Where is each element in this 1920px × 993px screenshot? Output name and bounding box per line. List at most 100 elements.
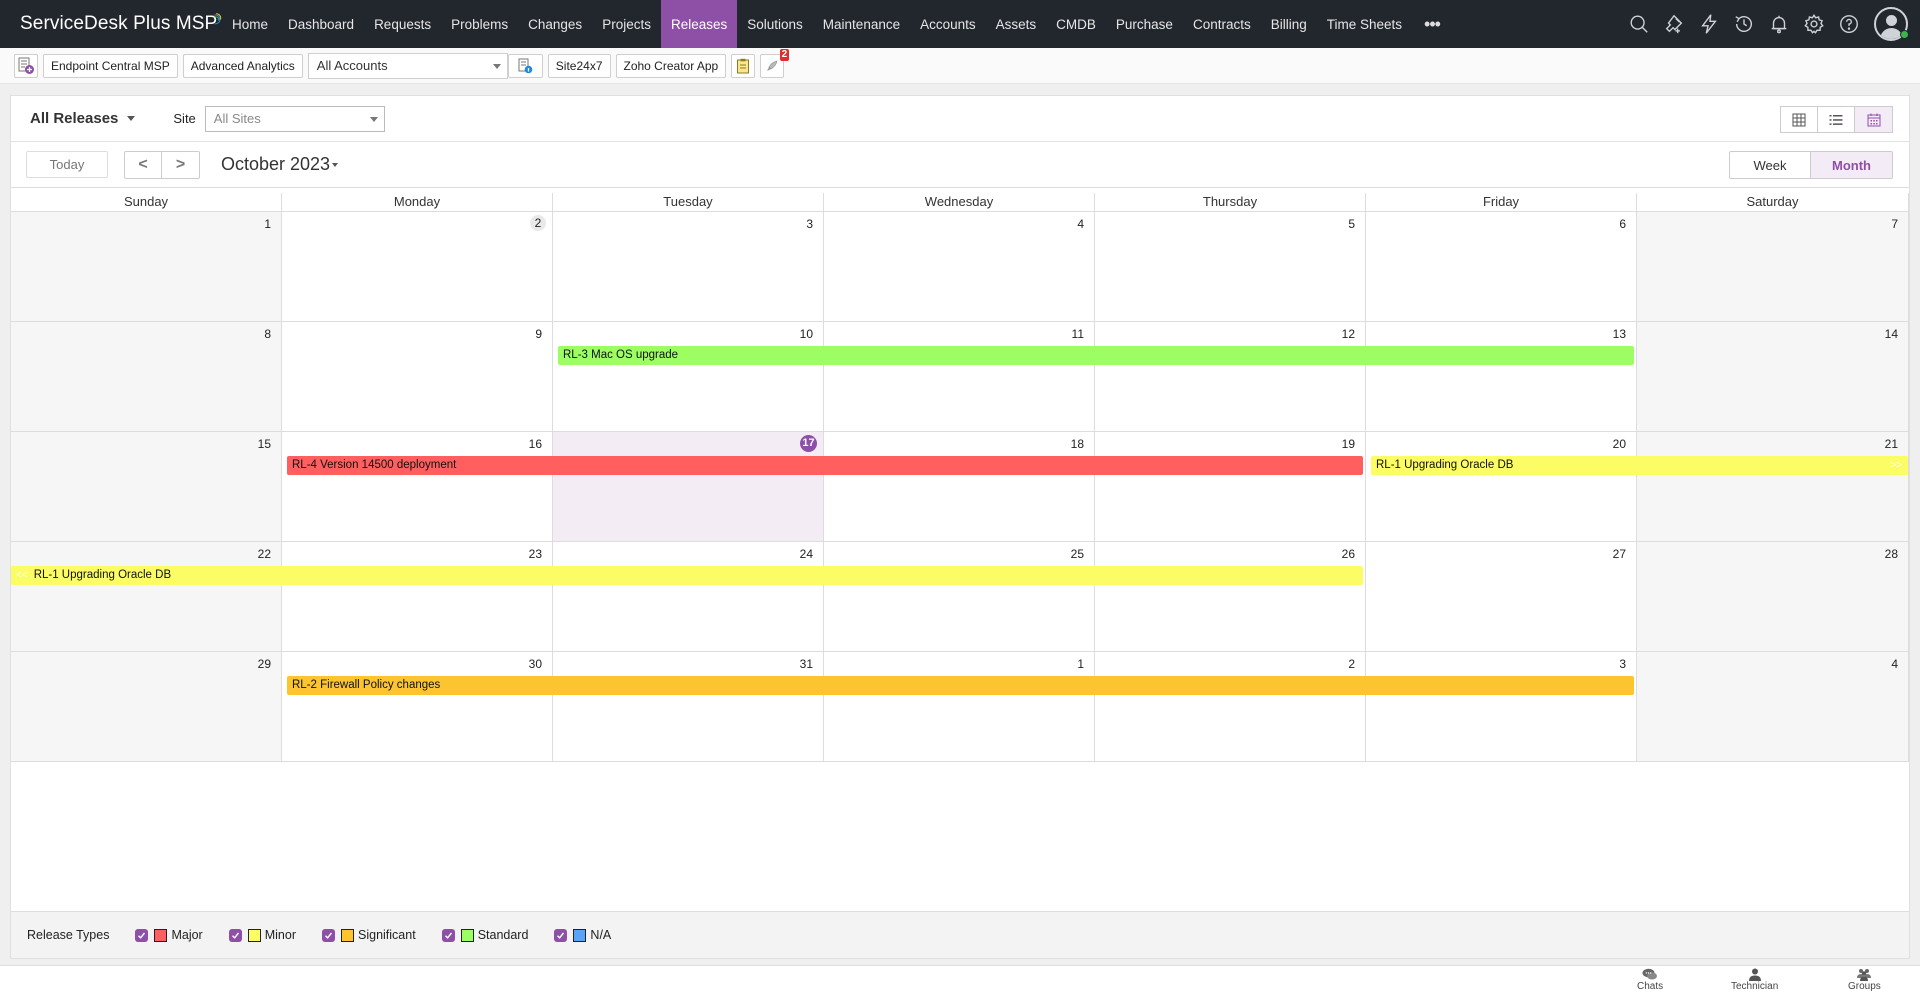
date-number[interactable]: 4	[1077, 217, 1084, 231]
search-icon[interactable]	[1621, 0, 1656, 48]
date-number[interactable]: 30	[529, 657, 542, 671]
nav-item-changes[interactable]: Changes	[518, 0, 592, 48]
nav-item-requests[interactable]: Requests	[364, 0, 441, 48]
list-view-button[interactable]	[1818, 107, 1855, 132]
calendar-day-cell[interactable]: 12	[1095, 322, 1366, 431]
calendar-day-cell[interactable]: 17	[553, 432, 824, 541]
nav-item-cmdb[interactable]: CMDB	[1046, 0, 1106, 48]
calendar-day-cell[interactable]: 6	[1366, 212, 1637, 321]
calendar-day-cell[interactable]: 4	[824, 212, 1095, 321]
gear-icon[interactable]	[1796, 0, 1831, 48]
nav-item-maintenance[interactable]: Maintenance	[813, 0, 910, 48]
release-type-checkbox[interactable]	[441, 928, 455, 942]
nav-item-home[interactable]: Home	[222, 0, 278, 48]
calendar-day-cell[interactable]: 2	[1095, 652, 1366, 761]
date-number[interactable]: 2	[530, 215, 546, 231]
calendar-day-cell[interactable]: 24	[553, 542, 824, 651]
site-select[interactable]: All Sites	[204, 105, 385, 132]
calendar-day-cell[interactable]: 1	[824, 652, 1095, 761]
nav-item-contracts[interactable]: Contracts	[1183, 0, 1261, 48]
calendar-day-cell[interactable]: 13	[1366, 322, 1637, 431]
date-number[interactable]: 5	[1348, 217, 1355, 231]
date-number[interactable]: 6	[1619, 217, 1626, 231]
calendar-day-cell[interactable]: 11	[824, 322, 1095, 431]
date-number[interactable]: 25	[1071, 547, 1084, 561]
previous-month-button[interactable]: <	[125, 151, 162, 178]
rocket-button[interactable]: 2	[760, 48, 790, 78]
date-number[interactable]: 4	[1891, 657, 1898, 671]
date-number[interactable]: 10	[800, 327, 813, 341]
date-number[interactable]: 1	[1077, 657, 1084, 671]
calendar-day-cell[interactable]: 21	[1637, 432, 1909, 541]
calendar-day-cell[interactable]: 3	[1366, 652, 1637, 761]
lightning-icon[interactable]	[1691, 0, 1726, 48]
calendar-day-cell[interactable]: 15	[11, 432, 282, 541]
date-number[interactable]: 3	[1619, 657, 1626, 671]
release-event-rl-4[interactable]: RL-4 Version 14500 deployment	[287, 456, 1363, 475]
release-type-checkbox[interactable]	[228, 928, 242, 942]
calendar-day-cell[interactable]: 30	[282, 652, 553, 761]
calendar-day-cell[interactable]: 28	[1637, 542, 1909, 651]
release-type-checkbox[interactable]	[135, 928, 149, 942]
date-number[interactable]: 12	[1342, 327, 1355, 341]
date-number[interactable]: 2	[1348, 657, 1355, 671]
release-event-rl-1b[interactable]: << RL-1 Upgrading Oracle DB	[11, 566, 1363, 585]
date-number[interactable]: 22	[258, 547, 271, 561]
user-avatar-button[interactable]	[1866, 7, 1909, 41]
week-view-button[interactable]: Week	[1730, 152, 1811, 178]
date-number[interactable]: 23	[529, 547, 542, 561]
release-event-rl-3[interactable]: RL-3 Mac OS upgrade	[558, 346, 1634, 365]
calendar-day-cell[interactable]: 26	[1095, 542, 1366, 651]
nav-item-purchase[interactable]: Purchase	[1106, 0, 1183, 48]
nav-item-solutions[interactable]: Solutions	[737, 0, 813, 48]
new-request-button[interactable]	[14, 53, 38, 78]
date-number[interactable]: 31	[800, 657, 813, 671]
date-number[interactable]: 20	[1613, 437, 1626, 451]
nav-item-assets[interactable]: Assets	[986, 0, 1047, 48]
calendar-day-cell[interactable]: 29	[11, 652, 282, 761]
calendar-day-cell[interactable]: 3	[553, 212, 824, 321]
date-number[interactable]: 3	[806, 217, 813, 231]
release-type-checkbox[interactable]	[554, 928, 568, 942]
today-date-number[interactable]: 17	[800, 435, 817, 452]
release-event-rl-1a[interactable]: RL-1 Upgrading Oracle DB >>	[1371, 456, 1908, 475]
calendar-day-cell[interactable]: 18	[824, 432, 1095, 541]
month-picker[interactable]: October 2023	[221, 154, 339, 175]
date-number[interactable]: 24	[800, 547, 813, 561]
release-type-checkbox[interactable]	[322, 928, 335, 942]
account-select[interactable]: All Accounts	[307, 52, 508, 79]
chats-button[interactable]: Chats	[1637, 968, 1663, 992]
calendar-day-cell[interactable]: 4	[1637, 652, 1909, 761]
calendar-day-cell[interactable]: 8	[11, 322, 282, 431]
calendar-day-cell[interactable]: 10	[553, 322, 824, 431]
calendar-day-cell[interactable]: 2	[282, 212, 553, 321]
date-number[interactable]: 27	[1613, 547, 1626, 561]
nav-item-projects[interactable]: Projects	[592, 0, 661, 48]
nav-item-releases[interactable]: Releases	[660, 0, 738, 48]
nav-item-dashboard[interactable]: Dashboard	[278, 0, 364, 48]
calendar-day-cell[interactable]: 23	[282, 542, 553, 651]
next-month-button[interactable]: >	[162, 152, 199, 178]
history-icon[interactable]	[1726, 0, 1761, 48]
month-view-button[interactable]: Month	[1811, 152, 1892, 178]
calendar-day-cell[interactable]: 1	[11, 212, 282, 321]
calendar-day-cell[interactable]: 7	[1637, 212, 1909, 321]
advanced-analytics-button[interactable]: Advanced Analytics	[182, 53, 303, 78]
add-task-icon[interactable]	[1656, 0, 1691, 48]
date-number[interactable]: 28	[1885, 547, 1898, 561]
view-filter-dropdown[interactable]: All Releases	[30, 110, 136, 127]
date-number[interactable]: 8	[264, 327, 271, 341]
zoho-creator-button[interactable]: Zoho Creator App	[615, 53, 727, 78]
calendar-day-cell[interactable]: 27	[1366, 542, 1637, 651]
app-logo[interactable]: ServiceDesk Plus MSP	[0, 13, 222, 35]
grid-view-button[interactable]	[1781, 107, 1818, 132]
nav-item-problems[interactable]: Problems	[441, 0, 518, 48]
date-number[interactable]: 26	[1342, 547, 1355, 561]
date-number[interactable]: 7	[1891, 217, 1898, 231]
calendar-day-cell[interactable]: 19	[1095, 432, 1366, 541]
groups-button[interactable]: Groups	[1848, 968, 1881, 992]
date-number[interactable]: 21	[1885, 437, 1898, 451]
date-number[interactable]: 15	[258, 437, 271, 451]
calendar-day-cell[interactable]: 22	[11, 542, 282, 651]
calendar-day-cell[interactable]: 20	[1366, 432, 1637, 541]
